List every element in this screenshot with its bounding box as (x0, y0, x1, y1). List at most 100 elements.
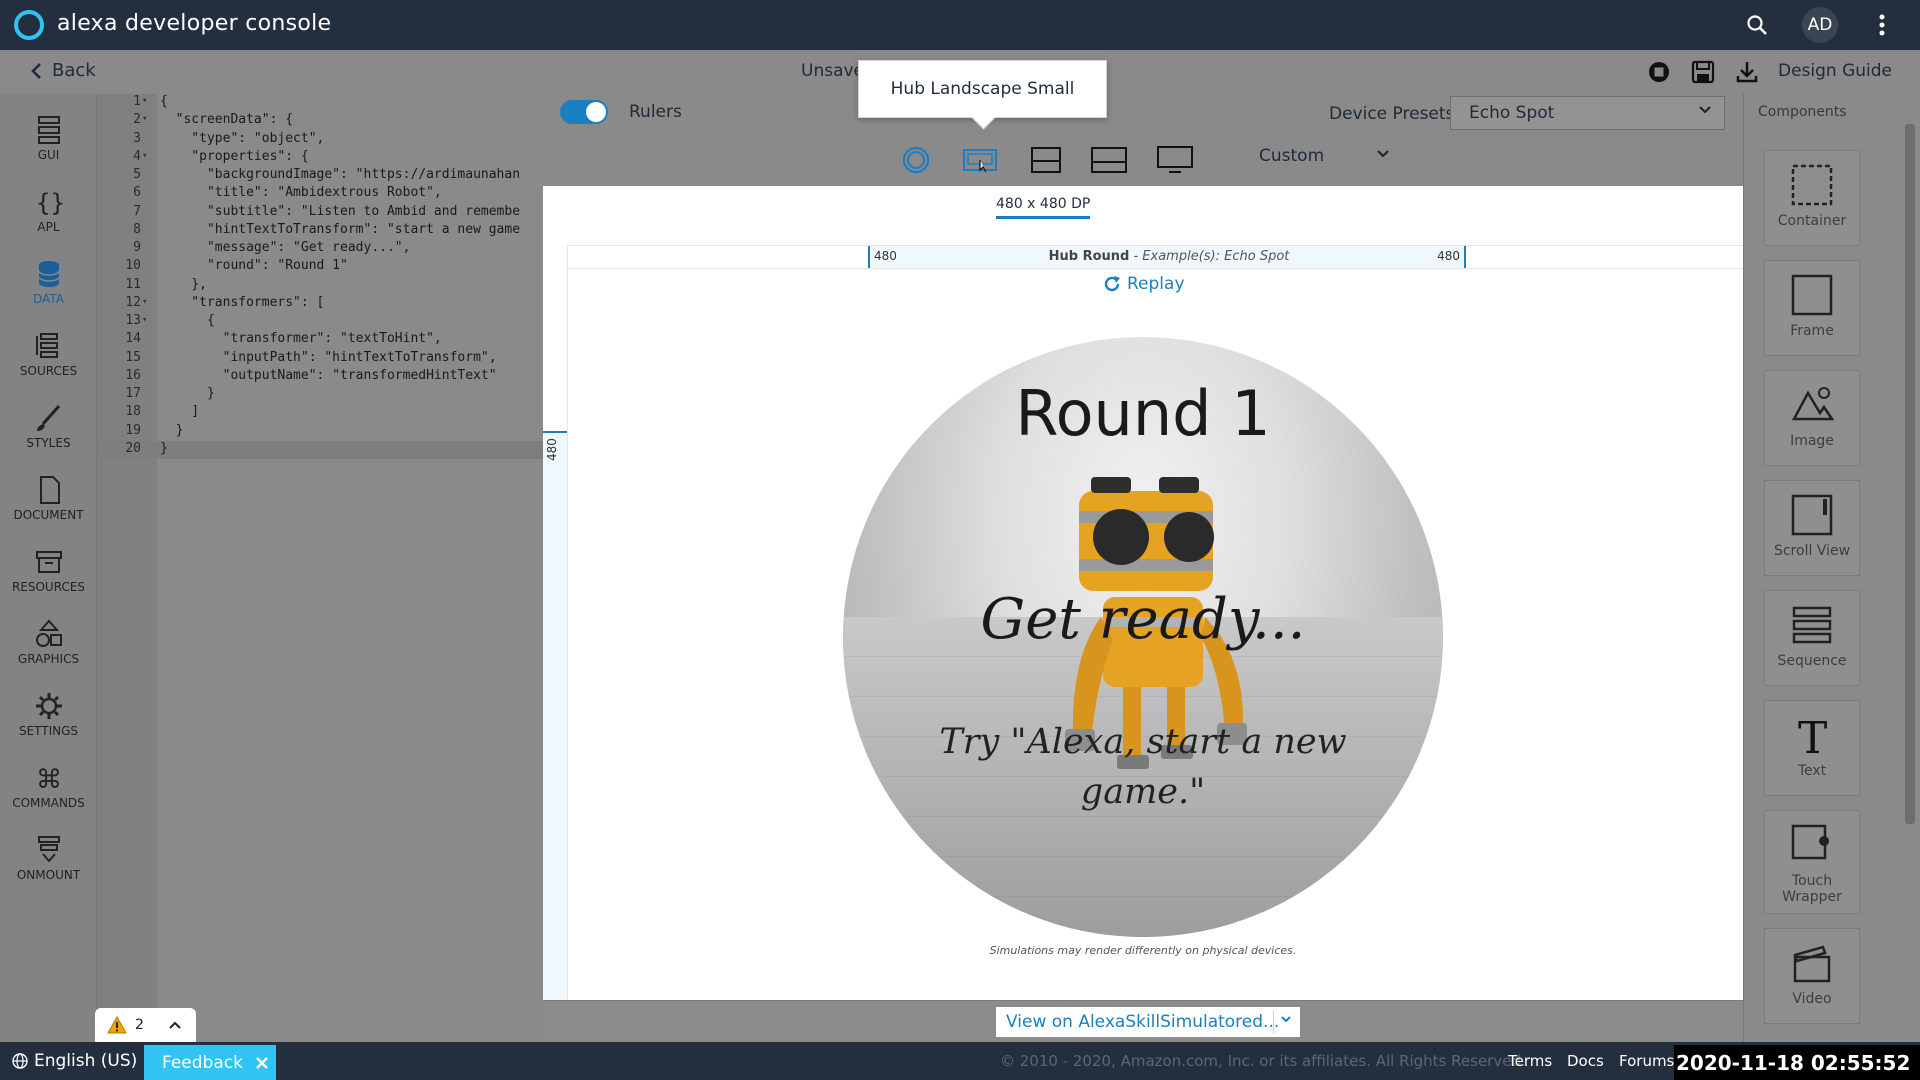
back-button[interactable]: Back (30, 60, 96, 81)
feedback-button[interactable]: Feedback (144, 1045, 276, 1080)
sidebar-item-onmount[interactable]: ONMOUNT (0, 834, 97, 896)
sidebar-item-document[interactable]: DOCUMENT (0, 474, 97, 536)
round-device-icon[interactable] (898, 146, 934, 174)
docs-link[interactable]: Docs (1567, 1052, 1604, 1070)
code-line[interactable]: 11 }, (97, 277, 543, 295)
scroll-view-icon (1791, 494, 1833, 536)
sidebar-item-label: DOCUMENT (13, 508, 84, 522)
language-selector[interactable]: English (US) (12, 1051, 137, 1071)
view-on-device-button[interactable]: View on AlexaSkillSimulatored... (996, 1007, 1300, 1037)
line-number: 2 (133, 112, 141, 128)
preview-toolbar: Rulers Custom Device Presets Echo Spot (543, 94, 1743, 186)
code-line[interactable]: 19 } (97, 423, 543, 441)
sidebar-item-settings[interactable]: SETTINGS (0, 690, 97, 752)
search-icon[interactable] (1739, 7, 1775, 43)
save-icon[interactable] (1690, 59, 1716, 85)
code-line[interactable]: 17 } (97, 386, 543, 404)
sidebar-item-label: SOURCES (19, 364, 78, 378)
code-line[interactable]: 9 "message": "Get ready...", (97, 240, 543, 258)
more-vertical-icon[interactable] (1864, 7, 1900, 43)
sidebar-item-data[interactable]: DATA (0, 258, 97, 320)
round-title: Round 1 (1015, 377, 1271, 450)
touch-wrapper-icon (1791, 824, 1829, 860)
components-panel: Components Container Frame Image Scroll … (1743, 94, 1920, 1042)
message-text: Get ready... (980, 587, 1306, 652)
ruler-device-name: Hub Round (1048, 249, 1130, 264)
sidebar-item-sources[interactable]: SOURCES (0, 330, 97, 392)
component-scroll-view[interactable]: Scroll View (1764, 480, 1860, 576)
alexa-ring-icon[interactable] (14, 10, 44, 40)
replay-button[interactable]: Replay (1103, 274, 1185, 294)
code-line[interactable]: 14 "transformer": "textToHint", (97, 331, 543, 349)
download-icon[interactable] (1734, 59, 1760, 85)
fold-arrow-icon[interactable]: ▾ (142, 114, 147, 124)
hub-landscape-medium-icon[interactable] (1028, 146, 1064, 174)
warnings-badge[interactable]: 2 (95, 1008, 196, 1042)
echo-spot-viewport: Round 1 Get ready... Try "Alexa, start a… (843, 337, 1443, 937)
page-vertical-scrollbar[interactable] (1900, 94, 1920, 1042)
chevron-up-icon[interactable] (168, 1020, 182, 1030)
code-line[interactable]: 8 "hintTextToTransform": "start a new ga… (97, 222, 543, 240)
code-line[interactable]: 15 "inputPath": "hintTextToTransform", (97, 350, 543, 368)
component-image[interactable]: Image (1764, 370, 1860, 466)
stop-icon[interactable] (1646, 59, 1672, 85)
component-touch-wrapper[interactable]: Touch Wrapper (1764, 810, 1860, 914)
sidebar-item-gui[interactable]: GUI (0, 114, 97, 176)
rulers-toggle[interactable] (560, 100, 608, 124)
code-line[interactable]: 5 "backgroundImage": "https://ardimaunah… (97, 167, 543, 185)
scrollbar-thumb[interactable] (1905, 124, 1915, 824)
fold-arrow-icon[interactable]: ▾ (142, 297, 147, 307)
design-guide-link[interactable]: Design Guide (1778, 61, 1892, 81)
code-line[interactable]: 10 "round": "Round 1" (97, 258, 543, 276)
fold-arrow-icon[interactable]: ▾ (142, 96, 147, 106)
line-code: "hintTextToTransform": "start a new game (160, 221, 521, 237)
tv-icon[interactable] (1157, 146, 1193, 174)
code-line[interactable]: 18 ] (97, 404, 543, 422)
code-line[interactable]: 1 ▾ { (97, 94, 543, 112)
component-text[interactable]: T Text (1764, 700, 1860, 796)
component-video[interactable]: Video (1764, 928, 1860, 1024)
code-line[interactable]: 7 "subtitle": "Listen to Ambid and remem… (97, 204, 543, 222)
viewport-dimensions: 480 x 480 DP (996, 196, 1091, 219)
device-presets-select[interactable]: Echo Spot (1450, 96, 1725, 130)
line-code: "message": "Get ready...", (160, 240, 411, 255)
sidebar-item-label: RESOURCES (11, 580, 86, 594)
sidebar-item-apl[interactable]: {} APL (0, 186, 97, 248)
component-container[interactable]: Container (1764, 150, 1860, 246)
hub-landscape-small-icon[interactable] (962, 146, 998, 174)
code-line[interactable]: 4 ▾ "properties": { (97, 149, 543, 167)
sidebar-item-label: COMMANDS (12, 796, 85, 810)
chevron-down-icon (1699, 106, 1711, 114)
app-title[interactable]: alexa developer console (57, 11, 331, 36)
line-code: "transformer": "textToHint", (160, 331, 442, 347)
custom-size-select[interactable]: Custom (1259, 146, 1324, 166)
code-line[interactable]: 20} (97, 440, 543, 459)
sidebar-item-commands[interactable]: ⌘ COMMANDS (0, 762, 97, 824)
component-sequence[interactable]: Sequence (1764, 590, 1860, 686)
code-line[interactable]: 16 "outputName": "transformedHintText" (97, 368, 543, 386)
svg-text:⌘: ⌘ (36, 765, 62, 794)
close-icon[interactable] (255, 1056, 269, 1070)
avatar[interactable]: AD (1802, 7, 1838, 43)
fold-arrow-icon[interactable]: ▾ (142, 151, 147, 161)
data-code-editor[interactable]: 1 ▾{2 ▾ "screenData": {3 "type": "object",… (97, 94, 543, 1042)
component-frame[interactable]: Frame (1764, 260, 1860, 356)
hub-landscape-large-icon[interactable] (1091, 146, 1127, 174)
chevron-down-icon[interactable] (1376, 149, 1390, 159)
forums-link[interactable]: Forums (1619, 1052, 1674, 1070)
svg-text:{}: {} (36, 189, 65, 217)
code-line[interactable]: 12 ▾ "transformers": [ (97, 295, 543, 313)
sidebar-item-graphics[interactable]: GRAPHICS (0, 618, 97, 680)
code-line[interactable]: 13 ▾ { (97, 313, 543, 331)
fold-arrow-icon[interactable]: ▾ (142, 315, 147, 325)
code-line[interactable]: 2 ▾ "screenData": { (97, 112, 543, 130)
chevron-down-icon[interactable] (1280, 1015, 1292, 1025)
line-number: 16 (125, 367, 141, 383)
code-line[interactable]: 3 "type": "object", (97, 131, 543, 149)
line-number: 18 (125, 404, 141, 420)
sidebar-item-resources[interactable]: RESOURCES (0, 546, 97, 608)
sidebar-item-styles[interactable]: STYLES (0, 402, 97, 464)
code-line[interactable]: 6 "title": "Ambidextrous Robot", (97, 185, 543, 203)
terms-link[interactable]: Terms (1508, 1052, 1552, 1070)
image-icon (1791, 387, 1834, 421)
